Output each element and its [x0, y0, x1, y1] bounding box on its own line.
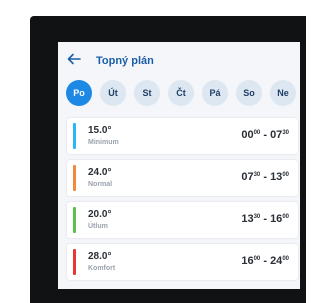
day-tab-so[interactable]: So: [236, 80, 262, 106]
mode-color-bar: [73, 165, 76, 191]
arrow-left-icon[interactable]: [66, 51, 82, 67]
day-tab-po[interactable]: Po: [66, 80, 92, 106]
temperature-value: 24.0°: [88, 167, 112, 178]
mode-color-bar: [73, 123, 76, 149]
schedule-item-minimum[interactable]: 15.0° Minimum 0000 - 0730: [67, 118, 298, 154]
mode-label: Komfort: [88, 265, 116, 272]
mode-label: Útlum: [88, 223, 108, 230]
temperature-value: 28.0°: [88, 251, 112, 262]
mode-label: Normal: [88, 181, 113, 188]
schedule-item-normal[interactable]: 24.0° Normal 0730 - 1300: [67, 160, 298, 196]
day-tab-st[interactable]: St: [134, 80, 160, 106]
schedule-item-utlum[interactable]: 20.0° Útlum 1330 - 1600: [67, 202, 298, 238]
mode-label: Minimum: [88, 139, 119, 146]
day-tab-ct[interactable]: Čt: [168, 80, 194, 106]
schedule-item-komfort[interactable]: 28.0° Komfort 1600 - 2400: [67, 244, 298, 280]
mode-color-bar: [73, 249, 76, 275]
time-range: 0730 - 1300: [241, 171, 289, 183]
day-tab-ut[interactable]: Út: [100, 80, 126, 106]
heating-plan-screen: Topný plán Po Út St Čt Pá So Ne 15.0° Mi…: [58, 42, 300, 289]
time-range: 0000 - 0730: [241, 129, 289, 141]
temperature-value: 20.0°: [88, 209, 112, 220]
page-title: Topný plán: [96, 55, 154, 67]
header: Topný plán: [58, 42, 300, 76]
temperature-value: 15.0°: [88, 125, 112, 136]
day-tab-ne[interactable]: Ne: [270, 80, 296, 106]
mode-color-bar: [73, 207, 76, 233]
day-selector: Po Út St Čt Pá So Ne: [66, 80, 298, 106]
time-range: 1600 - 2400: [241, 255, 289, 267]
time-range: 1330 - 1600: [241, 213, 289, 225]
day-tab-pa[interactable]: Pá: [202, 80, 228, 106]
